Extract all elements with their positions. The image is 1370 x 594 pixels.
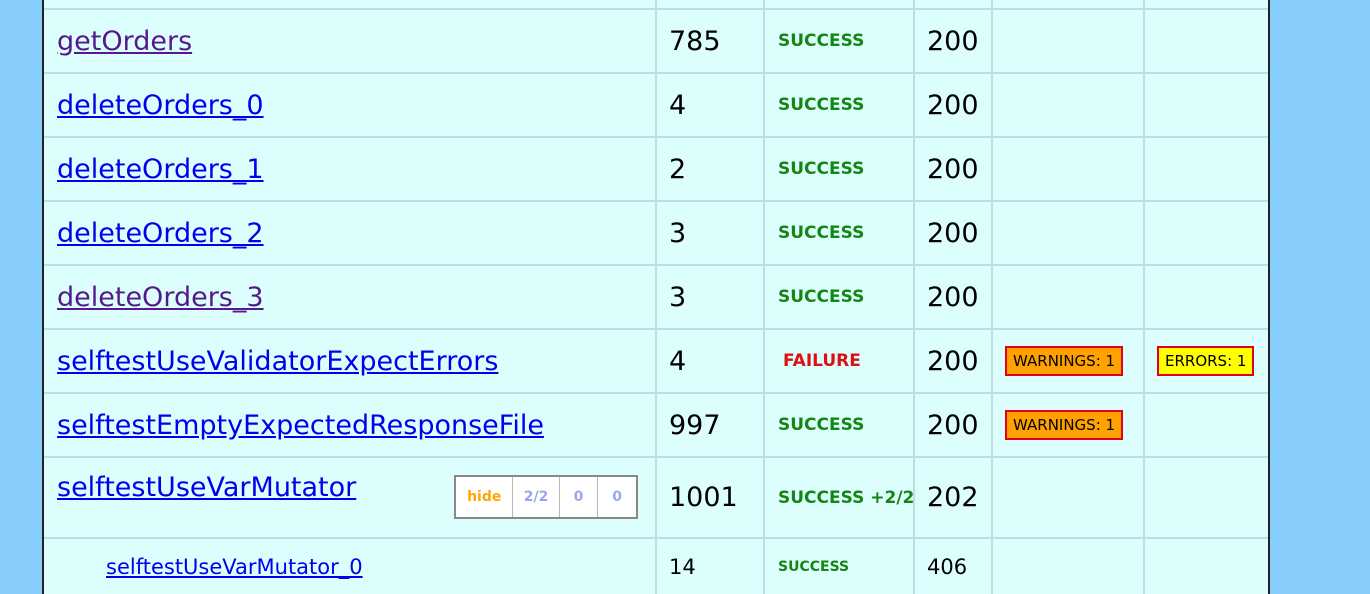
time-cell: 785	[669, 25, 721, 57]
warnings-cell: WARNINGS: 1	[1005, 394, 1124, 456]
code-cell: 200	[927, 409, 979, 441]
mutator-controls: hide 2/2 0 0	[454, 475, 638, 519]
count-b[interactable]: 0	[597, 477, 636, 517]
time-cell: 4	[669, 89, 687, 121]
code-cell: 200	[927, 281, 979, 313]
warnings-badge[interactable]: WARNINGS: 1	[1005, 410, 1124, 440]
time-cell: 3	[669, 217, 687, 249]
table-row: deleteOrders_2	[57, 202, 264, 264]
test-link[interactable]: deleteOrders_2	[57, 218, 264, 249]
test-link[interactable]: deleteOrders_0	[57, 90, 264, 121]
time-cell: 14	[669, 554, 696, 579]
code-cell: 200	[927, 25, 979, 57]
time-cell: 1001	[669, 482, 738, 513]
column-divider	[991, 0, 993, 594]
test-link[interactable]: selftestUseVarMutator	[57, 472, 356, 503]
test-link[interactable]: selftestEmptyExpectedResponseFile	[57, 410, 544, 441]
code-cell: 200	[927, 153, 979, 185]
code-cell: 406	[927, 554, 968, 579]
warnings-cell: WARNINGS: 1	[1005, 330, 1124, 392]
status-cell: SUCCESS	[778, 95, 865, 115]
time-cell: 2	[669, 153, 687, 185]
time-cell: 997	[669, 409, 721, 441]
table-row: getOrders	[57, 10, 192, 72]
status-cell: SUCCESS	[778, 415, 865, 435]
test-link[interactable]: deleteOrders_1	[57, 154, 264, 185]
table-row: deleteOrders_0	[57, 74, 264, 136]
warnings-badge[interactable]: WARNINGS: 1	[1005, 346, 1124, 376]
table-row: deleteOrders_3	[57, 266, 264, 328]
code-cell: 200	[927, 217, 979, 249]
status-cell: FAILURE	[783, 351, 861, 371]
time-cell: 4	[669, 345, 687, 377]
table-row: deleteOrders_1	[57, 138, 264, 200]
ratio-indicator[interactable]: 2/2	[512, 477, 558, 517]
hide-button[interactable]: hide	[456, 477, 512, 517]
table-row: selftestEmptyExpectedResponseFile	[57, 394, 544, 456]
status-cell: SUCCESS	[778, 31, 865, 51]
status-cell: SUCCESS +2/2	[778, 487, 915, 508]
status-cell: SUCCESS	[778, 287, 865, 307]
test-link[interactable]: selftestUseValidatorExpectErrors	[57, 346, 498, 377]
table-row: selftestUseValidatorExpectErrors	[57, 330, 498, 392]
test-link[interactable]: deleteOrders_3	[57, 282, 264, 313]
table-row: selftestUseVarMutator	[57, 458, 356, 520]
time-cell: 3	[669, 281, 687, 313]
count-a[interactable]: 0	[558, 477, 598, 517]
code-cell: 200	[927, 89, 979, 121]
code-cell: 202	[927, 482, 979, 513]
status-cell: SUCCESS	[778, 159, 865, 179]
column-divider	[1143, 0, 1145, 594]
code-cell: 200	[927, 345, 979, 377]
results-table: getOrders 785 SUCCESS 200 deleteOrders_0…	[42, 0, 1270, 594]
errors-badge[interactable]: ERRORS: 1	[1157, 346, 1255, 376]
table-row: selftestUseVarMutator_0	[106, 539, 363, 594]
test-link[interactable]: getOrders	[57, 26, 192, 57]
status-cell: SUCCESS	[778, 223, 865, 243]
status-cell: SUCCESS	[778, 558, 850, 575]
errors-cell: ERRORS: 1	[1157, 330, 1255, 392]
test-link[interactable]: selftestUseVarMutator_0	[106, 555, 363, 579]
